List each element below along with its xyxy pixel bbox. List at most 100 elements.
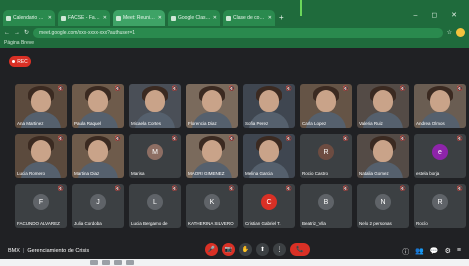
participant-tile[interactable]: M 🔇 Marisa [129,134,181,178]
participant-name: Ana Martinez [17,121,44,126]
participant-tile[interactable]: 🔇 Carla Lopez [300,84,352,128]
tab[interactable]: Calendario aulas UGR - go✕ [3,10,55,26]
taskbar-app-icon[interactable] [126,260,134,265]
favicon-icon [171,15,176,21]
back-icon[interactable]: ← [4,30,10,36]
tab[interactable]: Google Classroom - Inicio✕ [168,10,220,26]
info-icon[interactable]: ⓘ [402,247,409,257]
participant-face [316,90,336,112]
participant-name: Natalia Gomez [359,171,389,176]
participant-tile[interactable]: 🔇 Lucia Romero [15,134,67,178]
participant-tile[interactable]: 🔇 Andrea Olmos [414,84,466,128]
leave-call-button[interactable]: 📞 [290,243,310,256]
participant-tile[interactable]: 🔇 Florencia Diaz [186,84,238,128]
participant-name: Beatriz_Vila [302,221,326,226]
participant-name: Florencia Diaz [188,121,217,126]
mic-muted-icon: 🔇 [57,136,64,142]
participant-tile[interactable]: C 🔇 Cristian Gabriel T. [243,184,295,228]
participant-tile[interactable]: L 🔇 Lucia Bergamo de [129,184,181,228]
tab-active[interactable]: Meet: Reunión - estudiantes✕ [113,10,165,26]
taskbar-app-icon[interactable] [102,260,110,265]
favicon-icon [226,15,231,21]
participant-tile[interactable]: N 🔇 Nelo 2 personas [357,184,409,228]
participant-tile[interactable]: 🔇 Martina Diaz [72,134,124,178]
close-icon[interactable]: ✕ [213,15,217,21]
taskbar-app-icon[interactable] [114,260,122,265]
more-options-button[interactable]: ⋮ [273,243,286,256]
participant-tile[interactable]: 🔇 Micaela Cortes [129,84,181,128]
call-controls: 🎤 📷 ✋ ⬆ ⋮ 📞 [205,243,310,256]
tab-label: FACSE - Facultad de Ciencias [68,15,101,21]
menu-icon[interactable]: ≡ [457,247,461,257]
chat-icon[interactable]: 💬 [430,247,439,257]
present-button[interactable]: ⬆ [256,243,269,256]
meeting-info: BMX | Gerenciamiento de Crisis [8,248,89,254]
participant-tile[interactable]: B 🔇 Beatriz_Vila [300,184,352,228]
reload-icon[interactable]: ↻ [24,29,29,36]
participant-name: MAORI GIMENEZ [188,171,225,176]
participant-tile[interactable]: 🔇 Valeria Ruiz [357,84,409,128]
participant-name: Nelo 2 personas [359,221,392,226]
participant-tile[interactable]: 🔇 Sofia Perez [243,84,295,128]
participant-name: Melina Garcia [245,171,273,176]
meeting-stage: REC 🔇 Ana Martinez 🔇 Paula Raquel 🔇 Micaela C… [0,48,469,266]
participant-face [259,90,279,112]
close-icon[interactable]: ✕ [268,15,272,21]
mic-muted-icon: 🔇 [57,86,64,92]
participant-tile[interactable]: 🔇 MAORI GIMENEZ [186,134,238,178]
mic-muted-icon: 🔇 [171,186,178,192]
star-icon[interactable]: ☆ [447,29,452,36]
profile-avatar[interactable] [456,28,465,37]
mic-muted-icon: 🔇 [114,86,121,92]
avatar: K [204,194,220,210]
mic-muted-icon: 🔇 [456,136,463,142]
favicon-icon [61,15,66,21]
participant-name: Micaela Cortes [131,121,162,126]
camera-toggle-button[interactable]: 📷 [222,243,235,256]
tab[interactable]: FACSE - Facultad de Ciencias✕ [58,10,110,26]
taskbar-app-icon[interactable] [90,260,98,265]
participant-tile[interactable]: K 🔇 KATHERINA SILVERO [186,184,238,228]
participant-tile[interactable]: R 🔇 Rocio Castro [300,134,352,178]
tab[interactable]: Clase de conexión - equipo✕ [223,10,275,26]
participant-tile[interactable]: 🔇 Ana Martinez [15,84,67,128]
mic-muted-icon: 🔇 [399,136,406,142]
mic-muted-icon: 🔇 [228,136,235,142]
participant-face [259,140,279,162]
participant-tile[interactable]: 🔇 Melina Garcia [243,134,295,178]
participant-face [202,140,222,162]
avatar: F [33,194,49,210]
participant-tile[interactable]: R 🔇 Rocío [414,184,466,228]
os-taskbar [0,259,469,266]
forward-icon[interactable]: → [14,30,20,36]
close-icon[interactable]: ✕ [48,15,52,21]
participant-name: Lucia Bergamo de [131,221,168,226]
participant-name: Julia Cordoba [74,221,102,226]
activities-icon[interactable]: ⚙ [445,247,451,257]
bookmarks-bar[interactable]: Página Breve [4,39,34,47]
mic-muted-icon: 🔇 [228,186,235,192]
avatar: C [261,194,277,210]
close-icon[interactable]: ✕ [103,15,107,21]
participant-name: KATHERINA SILVERO [188,221,234,226]
participant-tile[interactable]: F 🔇 FACUNDO ALVAREZ [15,184,67,228]
participant-tile[interactable]: e 🔇 estela borja [414,134,466,178]
address-bar[interactable]: meet.google.com/xxx-xxxx-xxx?authuser=1 [33,27,443,38]
participant-tile[interactable]: 🔇 Natalia Gomez [357,134,409,178]
participant-tile[interactable]: 🔇 Paula Raquel [72,84,124,128]
participant-tile[interactable]: J 🔇 Julia Cordoba [72,184,124,228]
mic-muted-icon: 🔇 [57,186,64,192]
raise-hand-button[interactable]: ✋ [239,243,252,256]
participant-face [373,90,393,112]
participant-name: Valeria Ruiz [359,121,383,126]
mic-toggle-button[interactable]: 🎤 [205,243,218,256]
participant-face [202,90,222,112]
tab-label: Calendario aulas UGR - go [13,15,46,21]
new-tab-button[interactable]: + [279,13,284,22]
avatar: R [432,194,448,210]
close-icon[interactable]: ✕ [158,15,162,21]
avatar: B [318,194,334,210]
people-icon[interactable]: 👥 [415,247,424,257]
window-controls[interactable]: – ◻ ✕ [414,11,463,19]
participant-face [145,90,165,112]
